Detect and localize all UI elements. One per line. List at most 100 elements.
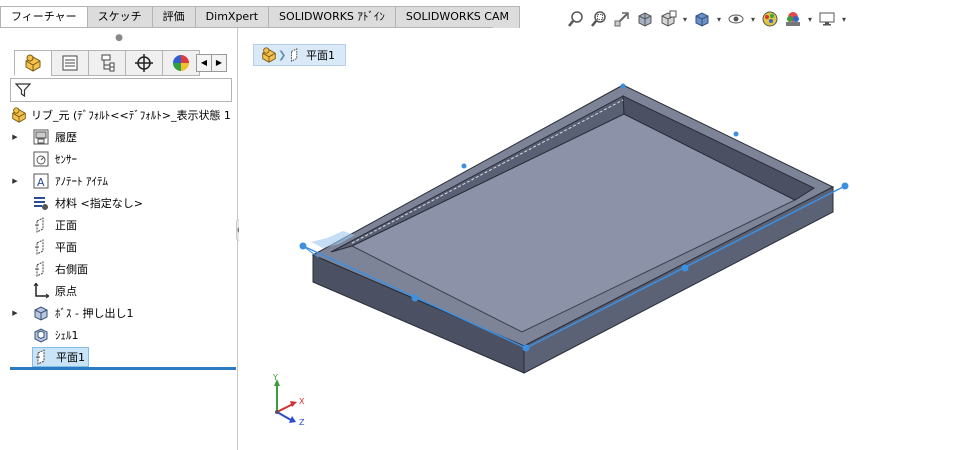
display-style-icon[interactable] xyxy=(692,9,712,29)
triad-z-label: Z xyxy=(299,418,305,426)
graphics-viewport[interactable]: ❯ 平面1 Y X Z xyxy=(239,28,980,450)
tree-item-plane1[interactable]: 平面1 xyxy=(10,346,236,368)
display-style-dropdown-icon[interactable]: ▾ xyxy=(715,15,723,24)
plane-handle[interactable] xyxy=(681,264,689,272)
zoom-to-area-icon[interactable] xyxy=(589,9,609,29)
expand-arrow-icon[interactable]: ▶ xyxy=(10,177,20,185)
propertymanager-icon xyxy=(62,55,78,71)
tab-solidworks-cam[interactable]: SOLIDWORKS CAM xyxy=(394,6,520,28)
tree-item-history[interactable]: ▶ 履歴 xyxy=(10,126,236,148)
selected-highlight: 平面1 xyxy=(32,347,89,367)
zoom-to-fit-icon[interactable] xyxy=(566,9,586,29)
panel-grip[interactable]: ● xyxy=(0,30,238,46)
featuremanager-panel: ● ◀ ▶ リブ_元 (ﾃﾞﾌｫﾙﾄ<<ﾃﾞﾌｫﾙﾄ>_表示状態 1 ▶ 履歴 … xyxy=(0,28,238,450)
configurationmanager-tab[interactable] xyxy=(88,50,126,76)
reference-triad: Y X Z xyxy=(272,374,305,426)
view-settings-icon[interactable] xyxy=(817,9,837,29)
tree-item-label: 履歴 xyxy=(55,131,77,144)
plane-icon xyxy=(32,260,50,278)
model-tray[interactable] xyxy=(239,28,980,450)
manager-tab-scroll: ◀ ▶ xyxy=(196,54,227,72)
scroll-left-icon[interactable]: ◀ xyxy=(196,54,212,72)
tree-item-label: ｾﾝｻｰ xyxy=(55,153,77,166)
hide-show-icon[interactable] xyxy=(726,9,746,29)
shell-icon xyxy=(32,326,50,344)
plane-handle[interactable] xyxy=(299,242,307,250)
expand-arrow-icon[interactable]: ▶ xyxy=(10,309,20,317)
view-orientation-icon[interactable] xyxy=(658,9,678,29)
view-orientation-dropdown-icon[interactable]: ▾ xyxy=(681,15,689,24)
tab-dimxpert[interactable]: DimXpert xyxy=(194,6,270,28)
section-view-icon[interactable] xyxy=(635,9,655,29)
annotation-icon: A xyxy=(32,172,50,190)
triad-y-label: Y xyxy=(272,374,278,382)
apply-scene-dropdown-icon[interactable]: ▾ xyxy=(806,15,814,24)
featuremanager-tab[interactable] xyxy=(14,50,52,76)
material-icon xyxy=(32,194,50,212)
configurationmanager-icon xyxy=(101,54,115,72)
dimxpert-icon xyxy=(135,54,153,72)
tree-item-sensors[interactable]: ｾﾝｻｰ xyxy=(10,148,236,170)
propertymanager-tab[interactable] xyxy=(51,50,89,76)
tree-item-label: 材料 <指定なし> xyxy=(55,197,143,210)
rollback-bar[interactable] xyxy=(10,367,236,370)
plane-icon xyxy=(33,348,51,366)
plane-handle[interactable] xyxy=(461,163,467,169)
origin-icon xyxy=(32,282,50,300)
tree-item-label: 正面 xyxy=(55,219,77,232)
tree-item-shell[interactable]: ｼｪﾙ1 xyxy=(10,324,236,346)
apply-scene-icon[interactable] xyxy=(783,9,803,29)
tab-evaluate[interactable]: 評価 xyxy=(151,6,196,28)
view-settings-dropdown-icon[interactable]: ▾ xyxy=(840,15,848,24)
tree-item-right-plane[interactable]: 右側面 xyxy=(10,258,236,280)
display-manager-icon xyxy=(173,55,189,71)
tree-item-label: ﾎﾞｽ - 押し出し1 xyxy=(55,307,134,320)
tab-features[interactable]: フィーチャー xyxy=(0,6,88,28)
manager-tabs xyxy=(14,50,200,76)
feature-tree: リブ_元 (ﾃﾞﾌｫﾙﾄ<<ﾃﾞﾌｫﾙﾄ>_表示状態 1 ▶ 履歴 ｾﾝｻｰ ▶… xyxy=(10,104,236,368)
plane-handle[interactable] xyxy=(841,182,849,190)
part-icon xyxy=(12,107,26,123)
plane-handle[interactable] xyxy=(620,83,626,89)
x-axis-icon xyxy=(276,403,294,413)
svg-text:A: A xyxy=(37,176,45,189)
tree-root-part[interactable]: リブ_元 (ﾃﾞﾌｫﾙﾄ<<ﾃﾞﾌｫﾙﾄ>_表示状態 1 xyxy=(10,104,236,126)
tree-root-label: リブ_元 (ﾃﾞﾌｫﾙﾄ<<ﾃﾞﾌｫﾙﾄ>_表示状態 1 xyxy=(31,109,231,122)
history-icon xyxy=(32,128,50,146)
tab-sketch[interactable]: スケッチ xyxy=(86,6,153,28)
plane-handle[interactable] xyxy=(411,294,419,302)
z-axis-icon xyxy=(276,411,292,421)
tree-item-label: ｼｪﾙ1 xyxy=(55,329,79,342)
triad-x-label: X xyxy=(299,397,305,406)
tree-filter-input[interactable] xyxy=(10,78,232,102)
tree-item-label: 原点 xyxy=(55,285,77,298)
heads-up-view-toolbar: ▾ ▾ ▾ ▾ ▾ xyxy=(566,8,848,30)
plane-icon xyxy=(32,216,50,234)
dimxpert-tab[interactable] xyxy=(125,50,163,76)
expand-arrow-icon[interactable]: ▶ xyxy=(10,133,20,141)
tree-item-label: ｱﾉﾃｰﾄ ｱｲﾃﾑ xyxy=(55,175,108,188)
command-manager-tabs: フィーチャー スケッチ 評価 DimXpert SOLIDWORKS ｱﾄﾞｲﾝ… xyxy=(0,6,520,28)
scroll-right-icon[interactable]: ▶ xyxy=(211,54,227,72)
tree-item-top-plane[interactable]: 平面 xyxy=(10,236,236,258)
tree-item-label: 右側面 xyxy=(55,263,88,276)
plane-handle[interactable] xyxy=(522,344,530,352)
tree-item-material[interactable]: 材料 <指定なし> xyxy=(10,192,236,214)
extrude-icon xyxy=(32,304,50,322)
tree-item-front-plane[interactable]: 正面 xyxy=(10,214,236,236)
tree-item-label: 平面1 xyxy=(56,351,85,364)
tree-item-boss-extrude[interactable]: ▶ ﾎﾞｽ - 押し出し1 xyxy=(10,302,236,324)
tree-item-label: 平面 xyxy=(55,241,77,254)
tab-solidworks-addins[interactable]: SOLIDWORKS ｱﾄﾞｲﾝ xyxy=(268,6,396,28)
tree-item-origin[interactable]: 原点 xyxy=(10,280,236,302)
previous-view-icon[interactable] xyxy=(612,9,632,29)
featuremanager-icon xyxy=(25,54,41,72)
plane-icon xyxy=(32,238,50,256)
edit-appearance-icon[interactable] xyxy=(760,9,780,29)
sensor-icon xyxy=(32,150,50,168)
command-manager-tabbar: フィーチャー スケッチ 評価 DimXpert SOLIDWORKS ｱﾄﾞｲﾝ… xyxy=(0,0,980,28)
tree-item-annotations[interactable]: ▶ A ｱﾉﾃｰﾄ ｱｲﾃﾑ xyxy=(10,170,236,192)
hide-show-dropdown-icon[interactable]: ▾ xyxy=(749,15,757,24)
display-manager-tab[interactable] xyxy=(162,50,200,76)
plane-handle[interactable] xyxy=(733,131,739,137)
